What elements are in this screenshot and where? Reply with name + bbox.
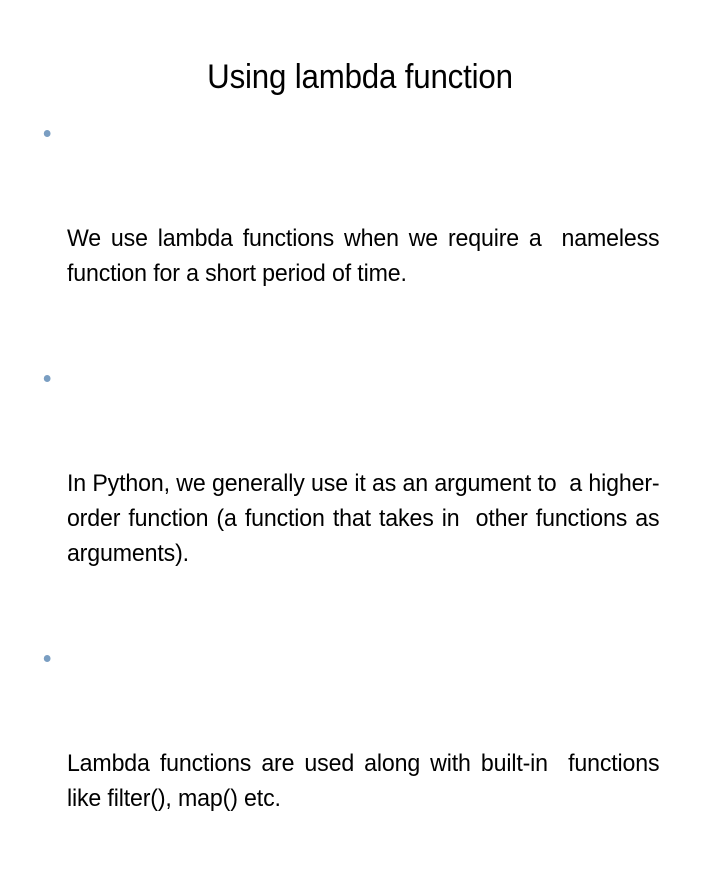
bullet-dot-icon: [43, 130, 51, 137]
slide-canvas: Using lambda function We use lambda func…: [0, 0, 720, 812]
list-item-text: Lambda functions are used along with bui…: [66, 750, 666, 812]
list-item-text: We use lambda functions when we require …: [66, 225, 666, 287]
bullet-list: We use lambda functions when we require …: [38, 116, 682, 886]
list-item: Lambda functions are used along with bui…: [38, 641, 666, 886]
page-title: Using lambda function: [207, 58, 513, 96]
list-item: In Python, we generally use it as an arg…: [38, 361, 666, 641]
list-item: We use lambda functions when we require …: [38, 116, 666, 361]
bullet-dot-icon: [43, 375, 51, 382]
list-item-text: In Python, we generally use it as an arg…: [66, 470, 666, 567]
bullet-dot-icon: [43, 655, 51, 662]
